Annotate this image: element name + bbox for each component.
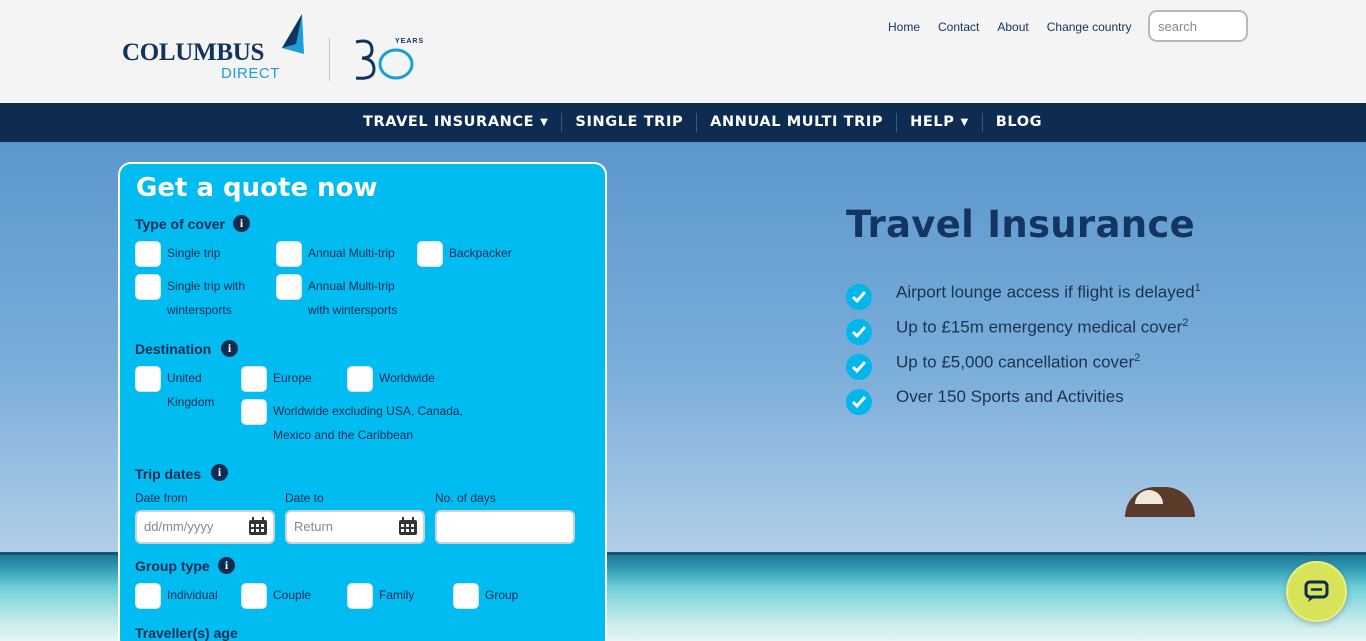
group-checkbox[interactable] (453, 583, 479, 609)
about-link[interactable]: About (997, 20, 1028, 34)
backpacker-label: Backpacker (449, 246, 512, 260)
search-input[interactable] (1148, 10, 1248, 42)
home-link[interactable]: Home (888, 20, 920, 34)
contact-link[interactable]: Contact (938, 20, 979, 34)
worldwide-excl-checkbox[interactable] (241, 399, 267, 425)
traveller-age-label: Traveller(s) age (135, 625, 238, 641)
worldwide-label: Worldwide (379, 371, 435, 385)
check-icon (846, 354, 872, 380)
caret-down-icon: ▼ (540, 117, 549, 128)
couple-label: Couple (273, 588, 312, 602)
chat-icon (1304, 580, 1329, 602)
benefit-label: Up to £5,000 cancellation cover (896, 352, 1135, 372)
date-from-label: Date from (135, 491, 188, 505)
group-label: Group (485, 588, 519, 602)
family-checkbox[interactable] (347, 583, 373, 609)
nav-label: HELP (910, 114, 955, 130)
footnote-ref: 2 (1134, 352, 1141, 364)
info-icon[interactable]: i (211, 464, 228, 481)
nav-label: ANNUAL MULTI TRIP (710, 114, 884, 130)
info-icon[interactable]: i (218, 557, 235, 574)
worldwide-checkbox[interactable] (347, 366, 373, 392)
calendar-icon[interactable] (398, 517, 418, 536)
logo-years-label: YEARS (395, 38, 425, 45)
cover-type-label: Type of cover (135, 216, 225, 232)
nav-label: SINGLE TRIP (575, 114, 684, 130)
uk-label: United Kingdom (167, 371, 215, 409)
destination-label: Destination (135, 341, 212, 357)
nav-blog[interactable]: BLOG (981, 113, 1055, 132)
caret-down-icon: ▼ (960, 117, 969, 128)
benefit-text: Airport lounge access if flight is delay… (896, 282, 1201, 303)
couple-checkbox[interactable] (241, 583, 267, 609)
date-to-label: Date to (285, 491, 324, 505)
chat-button[interactable] (1286, 561, 1347, 622)
single-trip-wintersports-label: Single trip with wintersports (167, 279, 246, 317)
top-links: Home Contact About Change country (888, 20, 1149, 34)
check-icon (846, 319, 872, 345)
check-icon (846, 389, 872, 415)
columbus-direct-logo[interactable]: COLUMBUS DIRECT YEARS (122, 14, 425, 86)
group-type-label: Group type (135, 558, 210, 574)
check-icon (846, 284, 872, 310)
quote-form: Get a quote now Type of cover i Single t… (118, 162, 607, 641)
footnote-ref: 1 (1194, 282, 1201, 294)
nav-label: BLOG (995, 114, 1043, 130)
no-of-days-label: No. of days (435, 491, 496, 505)
europe-checkbox[interactable] (241, 366, 267, 392)
site-header: COLUMBUS DIRECT YEARS Home Contact About… (0, 0, 1366, 103)
annual-wintersports-label: Annual Multi-trip with wintersports (308, 279, 398, 317)
worldwide-excl-label: Worldwide excluding USA, Canada, Mexico … (273, 404, 463, 442)
annual-multi-trip-label: Annual Multi-trip (308, 246, 395, 260)
benefit-text: Over 150 Sports and Activities (896, 387, 1124, 407)
nav-annual-multi-trip[interactable]: ANNUAL MULTI TRIP (696, 113, 896, 132)
nav-help[interactable]: HELP ▼ (896, 113, 982, 132)
benefit-text: Up to £5,000 cancellation cover2 (896, 352, 1140, 373)
page-title: Travel Insurance (846, 203, 1196, 246)
uk-checkbox[interactable] (135, 366, 161, 392)
individual-checkbox[interactable] (135, 583, 161, 609)
calendar-icon[interactable] (248, 517, 268, 536)
individual-label: Individual (167, 588, 218, 602)
sail-icon (282, 14, 304, 54)
benefit-text: Up to £15m emergency medical cover2 (896, 317, 1188, 338)
info-icon[interactable]: i (233, 215, 250, 232)
europe-label: Europe (273, 371, 312, 385)
single-trip-checkbox[interactable] (135, 241, 161, 267)
trip-dates-label: Trip dates (135, 466, 202, 482)
no-of-days-input[interactable] (435, 510, 575, 544)
logo-wordmark: COLUMBUS (122, 39, 265, 66)
backpacker-checkbox[interactable] (417, 241, 443, 267)
quote-title: Get a quote now (136, 173, 378, 203)
logo-divider (329, 38, 330, 81)
benefit-label: Airport lounge access if flight is delay… (896, 282, 1195, 302)
change-country-link[interactable]: Change country (1047, 20, 1132, 34)
nav-travel-insurance[interactable]: TRAVEL INSURANCE ▼ (350, 113, 561, 132)
family-label: Family (379, 588, 415, 602)
logo-subtitle: DIRECT (221, 65, 280, 82)
annual-multi-trip-checkbox[interactable] (276, 241, 302, 267)
nav-single-trip[interactable]: SINGLE TRIP (561, 113, 696, 132)
info-icon[interactable]: i (221, 340, 238, 357)
nav-label: TRAVEL INSURANCE (363, 114, 535, 130)
benefit-label: Up to £15m emergency medical cover (896, 317, 1183, 337)
single-trip-label: Single trip (167, 246, 221, 260)
benefit-label: Over 150 Sports and Activities (896, 387, 1124, 406)
main-nav: TRAVEL INSURANCE ▼ SINGLE TRIP ANNUAL MUL… (0, 103, 1366, 142)
annual-wintersports-checkbox[interactable] (276, 274, 302, 300)
single-trip-wintersports-checkbox[interactable] (135, 274, 161, 300)
footnote-ref: 2 (1182, 317, 1189, 329)
